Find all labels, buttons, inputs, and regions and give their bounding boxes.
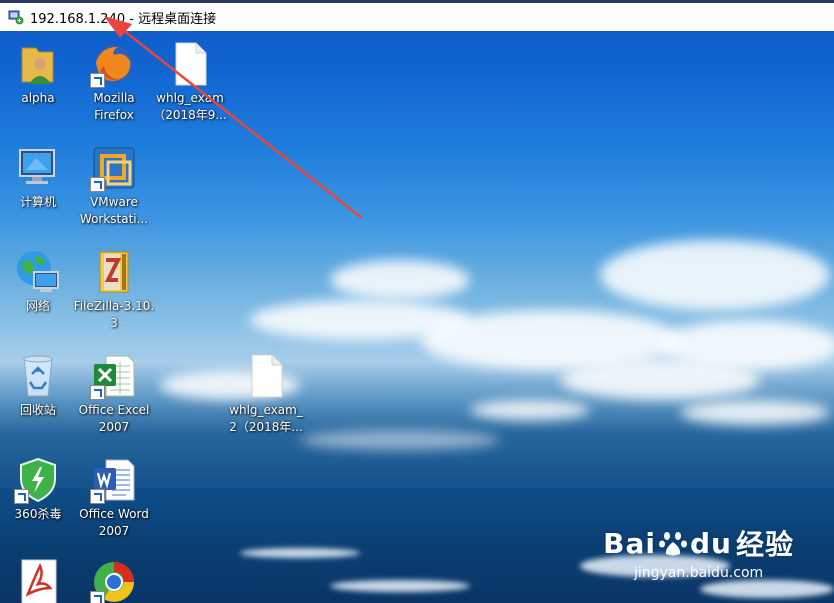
watermark-brand-mid: du [690,526,732,560]
watermark-brand-left: Bai [603,526,656,560]
remote-desktop-screen: 192.168.1.240 - 远程桌面连接 alpha Mozilla Fir… [0,0,834,603]
arrow-shaft [117,25,363,219]
annotation-arrow [104,16,363,219]
baidu-paw-icon [658,528,688,558]
watermark-url: jingyan.baidu.com [633,565,764,581]
baidu-jingyan-watermark: Bai du 经验 jingyan.baidu.com [603,523,794,582]
watermark-brand-right: 经验 [735,528,794,561]
